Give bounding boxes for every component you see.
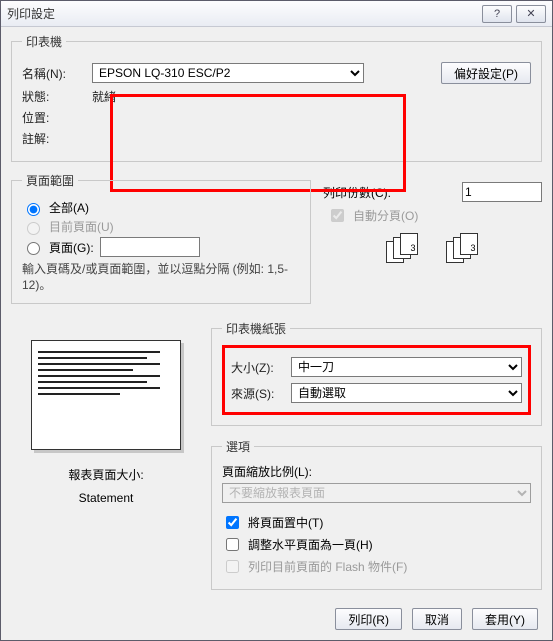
collate-label: 自動分頁(O) [353, 207, 418, 224]
help-button[interactable]: ? [482, 5, 512, 23]
scale-select: 不要縮放報表頁面 [222, 483, 531, 503]
options-legend: 選項 [222, 438, 254, 455]
fit-horiz-row[interactable]: 調整水平頁面為一頁(H) [222, 535, 531, 554]
printer-comment-label: 註解: [22, 130, 92, 147]
printer-legend: 印表機 [22, 33, 66, 50]
printer-status-value: 就緒 [92, 88, 116, 105]
range-pages-row[interactable]: 頁面(G): [22, 237, 300, 257]
dialog-footer: 列印(R) 取消 套用(Y) [11, 600, 542, 630]
preview-value: Statement [11, 491, 201, 505]
copies-label: 列印份數(C): [323, 184, 462, 201]
range-pages-input[interactable] [100, 237, 200, 257]
highlight-paper: 大小(Z): 中一刀 來源(S): 自動選取 [222, 345, 531, 415]
range-all-row[interactable]: 全部(A) [22, 199, 300, 216]
printer-status-label: 狀態: [22, 88, 92, 105]
range-legend: 頁面範圍 [22, 172, 78, 189]
preview-title: 報表頁面大小: [11, 466, 201, 483]
center-label: 將頁面置中(T) [248, 514, 323, 531]
close-button[interactable]: ✕ [516, 5, 546, 23]
fit-horiz-label: 調整水平頁面為一頁(H) [248, 536, 373, 553]
range-pages-label: 頁面(G): [49, 239, 94, 256]
copies-input[interactable] [462, 182, 542, 202]
paper-group: 印表機紙張 大小(Z): 中一刀 來源(S): 自動選取 [211, 320, 542, 426]
paper-size-select[interactable]: 中一刀 [291, 357, 522, 377]
printer-name-select[interactable]: EPSON LQ-310 ESC/P2 [92, 63, 364, 83]
collate-checkbox [331, 209, 344, 222]
fit-horiz-checkbox[interactable] [226, 538, 239, 551]
window-title: 列印設定 [7, 5, 478, 22]
range-hint: 輸入頁碼及/或頁面範圍，並以逗點分隔 (例如: 1,5-12)。 [22, 261, 300, 293]
collate-row: 自動分頁(O) [327, 206, 542, 225]
cancel-button[interactable]: 取消 [412, 608, 462, 630]
options-group: 選項 頁面縮放比例(L): 不要縮放報表頁面 將頁面置中(T) 調整水平頁面為一… [211, 438, 542, 590]
print-button[interactable]: 列印(R) [335, 608, 402, 630]
scale-label: 頁面縮放比例(L): [222, 463, 531, 480]
flash-checkbox [226, 560, 239, 573]
page-range-group: 頁面範圍 全部(A) 目前頁面(U) 頁面(G): 輸入頁碼及/或頁面範圍，並以… [11, 172, 311, 304]
range-current-label: 目前頁面(U) [49, 218, 114, 235]
apply-button[interactable]: 套用(Y) [472, 608, 538, 630]
flash-row: 列印目前頁面的 Flash 物件(F) [222, 557, 531, 576]
preferences-button[interactable]: 偏好設定(P) [441, 62, 531, 84]
range-current-row: 目前頁面(U) [22, 218, 300, 235]
center-checkbox[interactable] [226, 516, 239, 529]
range-all-label: 全部(A) [49, 199, 89, 216]
paper-legend: 印表機紙張 [222, 320, 290, 337]
collate-icon-b: 1 2 3 [446, 233, 480, 265]
preview-column: 報表頁面大小: Statement [11, 320, 201, 600]
paper-source-select[interactable]: 自動選取 [291, 383, 522, 403]
flash-label: 列印目前頁面的 Flash 物件(F) [248, 558, 407, 575]
range-pages-radio[interactable] [27, 242, 40, 255]
print-settings-dialog: 列印設定 ? ✕ 印表機 名稱(N): EPSON LQ-310 ESC/P2 … [0, 0, 553, 641]
range-current-radio [27, 222, 40, 235]
collate-icon-a: 1 2 3 [386, 233, 420, 265]
paper-size-label: 大小(Z): [231, 359, 291, 376]
printer-location-label: 位置: [22, 109, 92, 126]
titlebar: 列印設定 ? ✕ [1, 1, 552, 27]
center-row[interactable]: 將頁面置中(T) [222, 513, 531, 532]
printer-name-label: 名稱(N): [22, 65, 92, 82]
paper-source-label: 來源(S): [231, 385, 291, 402]
page-preview [31, 340, 181, 450]
range-all-radio[interactable] [27, 203, 40, 216]
printer-group: 印表機 名稱(N): EPSON LQ-310 ESC/P2 偏好設定(P) 狀… [11, 33, 542, 162]
